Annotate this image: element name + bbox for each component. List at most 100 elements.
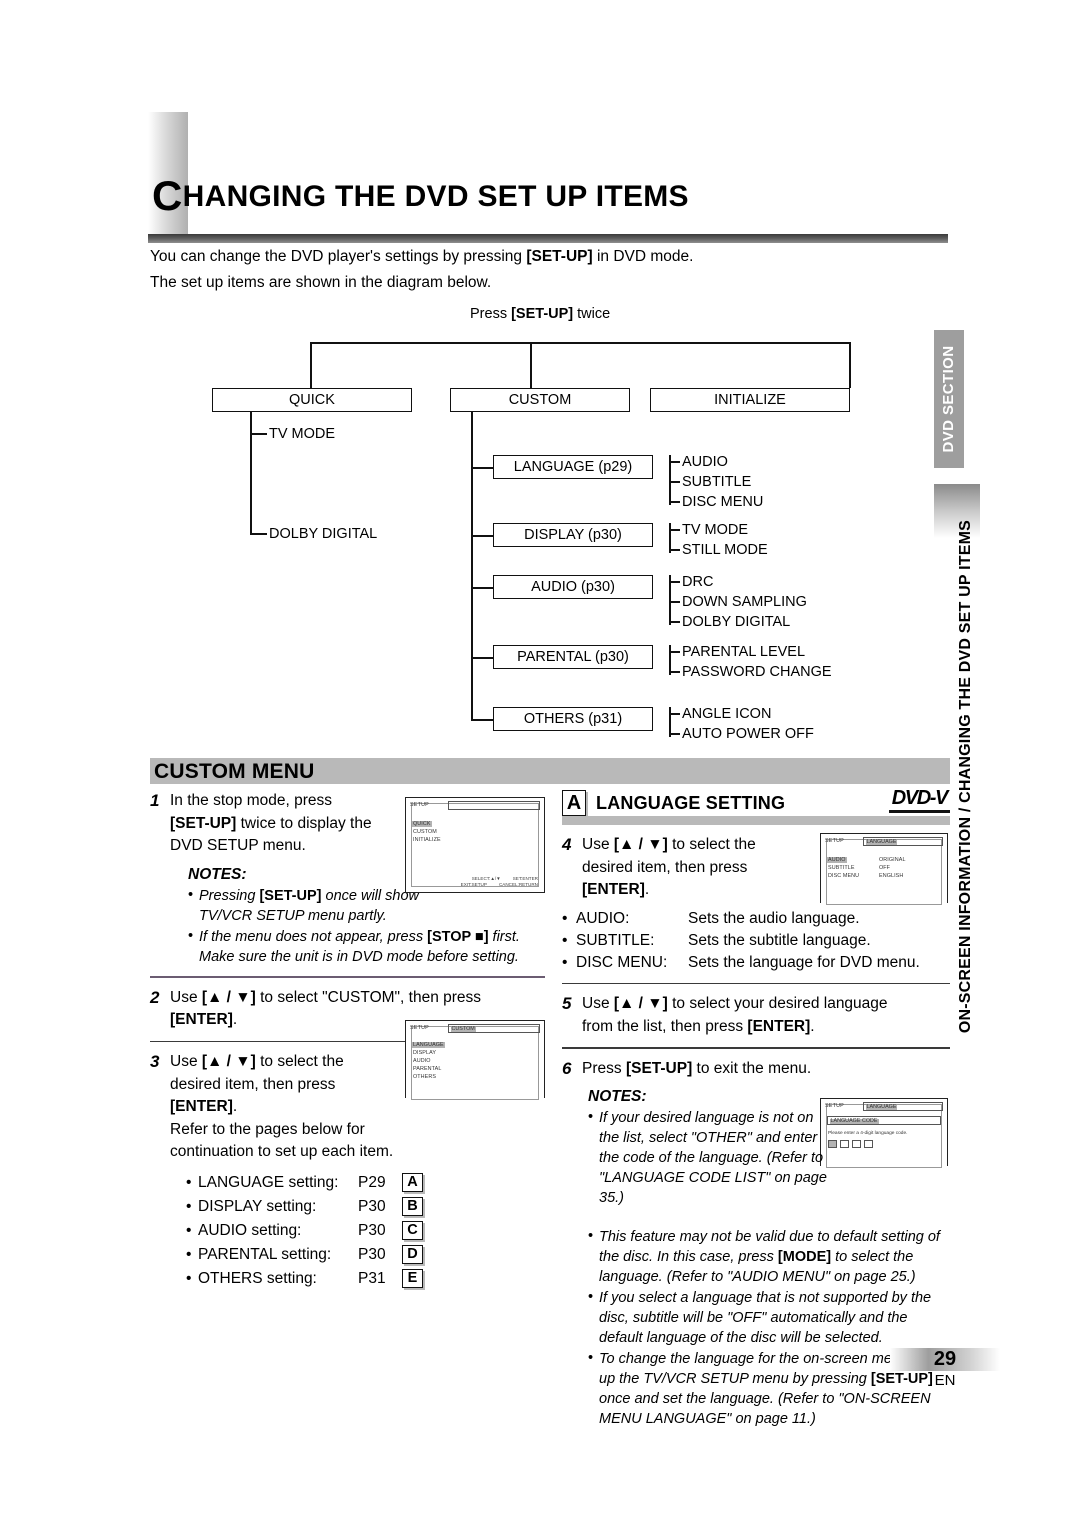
ref-badge-d: D [402, 1245, 423, 1265]
enter-key-ref: [ENTER] [582, 881, 645, 898]
intro-line-1: You can change the DVD player's settings… [150, 246, 693, 268]
ref-page: P30 [358, 1197, 386, 1215]
right-column: A LANGUAGE SETTING DVD-V 4 Use [▲ / ▼] t… [562, 788, 950, 1430]
bullet-icon: • [186, 1197, 192, 1215]
stop-key-ref: [STOP ■] [427, 928, 489, 945]
custom-branch-stem [471, 412, 473, 720]
arrow-keys-ref: [▲ / ▼] [613, 995, 668, 1013]
def-key-disc-menu: DISC MENU: [576, 953, 668, 971]
osd-item-others: OTHERS [413, 1074, 437, 1080]
others-leaf-auto-power-off: AUTO POWER OFF [682, 726, 814, 742]
arrow-keys-ref: [▲ / ▼] [201, 1053, 256, 1071]
diagram-caption-key: [SET-UP] [511, 306, 574, 322]
custom-tick-audio [471, 587, 493, 589]
others-leaf-angle-icon: ANGLE ICON [682, 706, 772, 722]
bullet-icon: • [562, 909, 568, 927]
section-divider [562, 982, 950, 985]
bullet-icon: • [186, 1245, 192, 1263]
diagram-box-display: DISPLAY (p30) [493, 523, 653, 547]
language-leaf-audio: AUDIO [682, 454, 728, 470]
step-3-line-1: Use [▲ / ▼] to select the [170, 1053, 344, 1071]
language-leaf-stem [669, 455, 671, 505]
parental-leaf-tick-2 [669, 671, 680, 673]
step-6-number: 6 [562, 1058, 572, 1078]
bullet-icon: • [186, 1173, 192, 1191]
page-title-block: CHANGING THE DVD SET UP ITEMS [148, 108, 948, 243]
step-3-number: 3 [150, 1052, 160, 1072]
page-number: 29 [933, 1348, 957, 1370]
osd-screenshot-setup: SETUP QUICK CUSTOM INITIALIZE SELECT:▲/▼… [405, 797, 545, 893]
step-4-line-2: desired item, then press [582, 858, 748, 876]
custom-tick-others [471, 719, 493, 721]
osd-item-list: QUICK CUSTOM INITIALIZE [412, 820, 538, 844]
arrow-keys-ref: [▲ / ▼] [201, 988, 256, 1006]
step-1-note-list: Pressing [SET-UP] once will show TV/VCR … [188, 885, 545, 967]
section-badge-a: A [562, 790, 586, 816]
quick-branch-tick-1 [250, 433, 267, 435]
osd-item-audio: AUDIO [413, 1058, 431, 1064]
step-6-body: Press [SET-UP] to exit the menu. [582, 1058, 950, 1081]
ref-page: P31 [358, 1269, 386, 1287]
audio-leaf-tick-2 [669, 601, 680, 603]
arrow-keys-ref: [▲ / ▼] [613, 836, 668, 853]
custom-menu-heading: CUSTOM MENU [150, 758, 950, 784]
sidebar-running-title: ON-SCREEN INFORMATION / CHANGING THE DVD… [952, 520, 980, 1300]
list-item: • LANGUAGE setting: P29 A [186, 1171, 545, 1195]
def-key-subtitle: SUBTITLE: [576, 931, 655, 949]
step-5-number: 5 [562, 994, 572, 1014]
step-1-line-2: [SET-UP] twice to display the [170, 814, 372, 832]
quick-leaf-tv-mode: TV MODE [269, 426, 336, 442]
osd-item-initialize: INITIALIZE [413, 837, 441, 843]
osd-mode-box: CUSTOM [448, 1024, 540, 1033]
custom-menu-heading-label: CUSTOM MENU [154, 760, 315, 783]
diagram-box-audio: AUDIO (p30) [493, 575, 653, 599]
mode-key-ref: [MODE] [777, 1249, 832, 1266]
step-1-number: 1 [150, 791, 160, 810]
step-6-line-1: Press [SET-UP] to exit the menu. [582, 1059, 812, 1077]
connector-custom-down [530, 342, 532, 388]
osd-setup-label: SETUP [410, 1024, 429, 1031]
sidebar-running-title-text: ON-SCREEN INFORMATION / CHANGING THE DVD… [957, 520, 974, 1034]
display-leaf-still-mode: STILL MODE [682, 542, 768, 558]
osd-item-list: LANGUAGE DISPLAY AUDIO PARENTAL OTHERS [412, 1041, 538, 1081]
note-item: If you select a language that is not sup… [588, 1287, 950, 1348]
ref-name: OTHERS setting: [198, 1269, 317, 1287]
audio-leaf-dolby-digital: DOLBY DIGITAL [682, 614, 791, 630]
step-5-line-2: from the list, then press [ENTER]. [582, 1017, 815, 1035]
connector-initialize-down [849, 342, 851, 388]
step-1-line-3: DVD SETUP menu. [170, 837, 306, 854]
ref-name: AUDIO setting: [198, 1221, 302, 1239]
osd-footer-hints: SELECT:▲/▼ SET:ENTER EXIT:SETUP CANCEL:RET… [412, 876, 538, 888]
ref-page: P29 [358, 1173, 386, 1191]
display-leaf-tick-1 [669, 529, 680, 531]
language-leaf-disc-menu: DISC MENU [682, 494, 764, 510]
step-5-line-1: Use [▲ / ▼] to select your desired langu… [582, 995, 888, 1013]
language-leaf-tick-3 [669, 501, 680, 503]
audio-leaf-drc: DRC [682, 574, 714, 590]
audio-leaf-down-sampling: DOWN SAMPLING [682, 594, 807, 610]
osd-item-parental: PARENTAL [413, 1066, 442, 1072]
bullet-icon: • [186, 1269, 192, 1287]
step-4-line-1: Use [▲ / ▼] to select the [582, 836, 756, 853]
page-title: CHANGING THE DVD SET UP ITEMS [152, 175, 689, 217]
language-setting-heading-bar [562, 816, 950, 825]
def-val-subtitle: Sets the subtitle language. [688, 931, 871, 949]
list-item: • AUDIO setting: P30 C [186, 1219, 545, 1243]
osd-setup-label: SETUP [410, 801, 429, 808]
quick-leaf-dolby-digital: DOLBY DIGITAL [269, 526, 378, 542]
enter-key-ref: [ENTER] [170, 1011, 233, 1028]
osd-inner-frame [411, 803, 539, 887]
osd-item-display: DISPLAY [413, 1050, 437, 1056]
diagram-box-parental: PARENTAL (p30) [493, 645, 653, 669]
page-number-bar: 29 [890, 1348, 1000, 1371]
section-divider [562, 1047, 950, 1049]
diagram-box-custom: CUSTOM [450, 388, 630, 412]
audio-leaf-stem [669, 575, 671, 625]
step-3-line-4: Refer to the pages below for [170, 1120, 365, 1138]
custom-tick-language [471, 467, 493, 469]
notes-title: NOTES: [588, 1088, 647, 1106]
others-leaf-tick-2 [669, 733, 680, 735]
step-5: 5 Use [▲ / ▼] to select your desired lan… [562, 993, 950, 1038]
osd-hint-row-2: EXIT:SETUP CANCEL:RETURN [460, 882, 538, 887]
parental-leaf-tick-1 [669, 651, 680, 653]
